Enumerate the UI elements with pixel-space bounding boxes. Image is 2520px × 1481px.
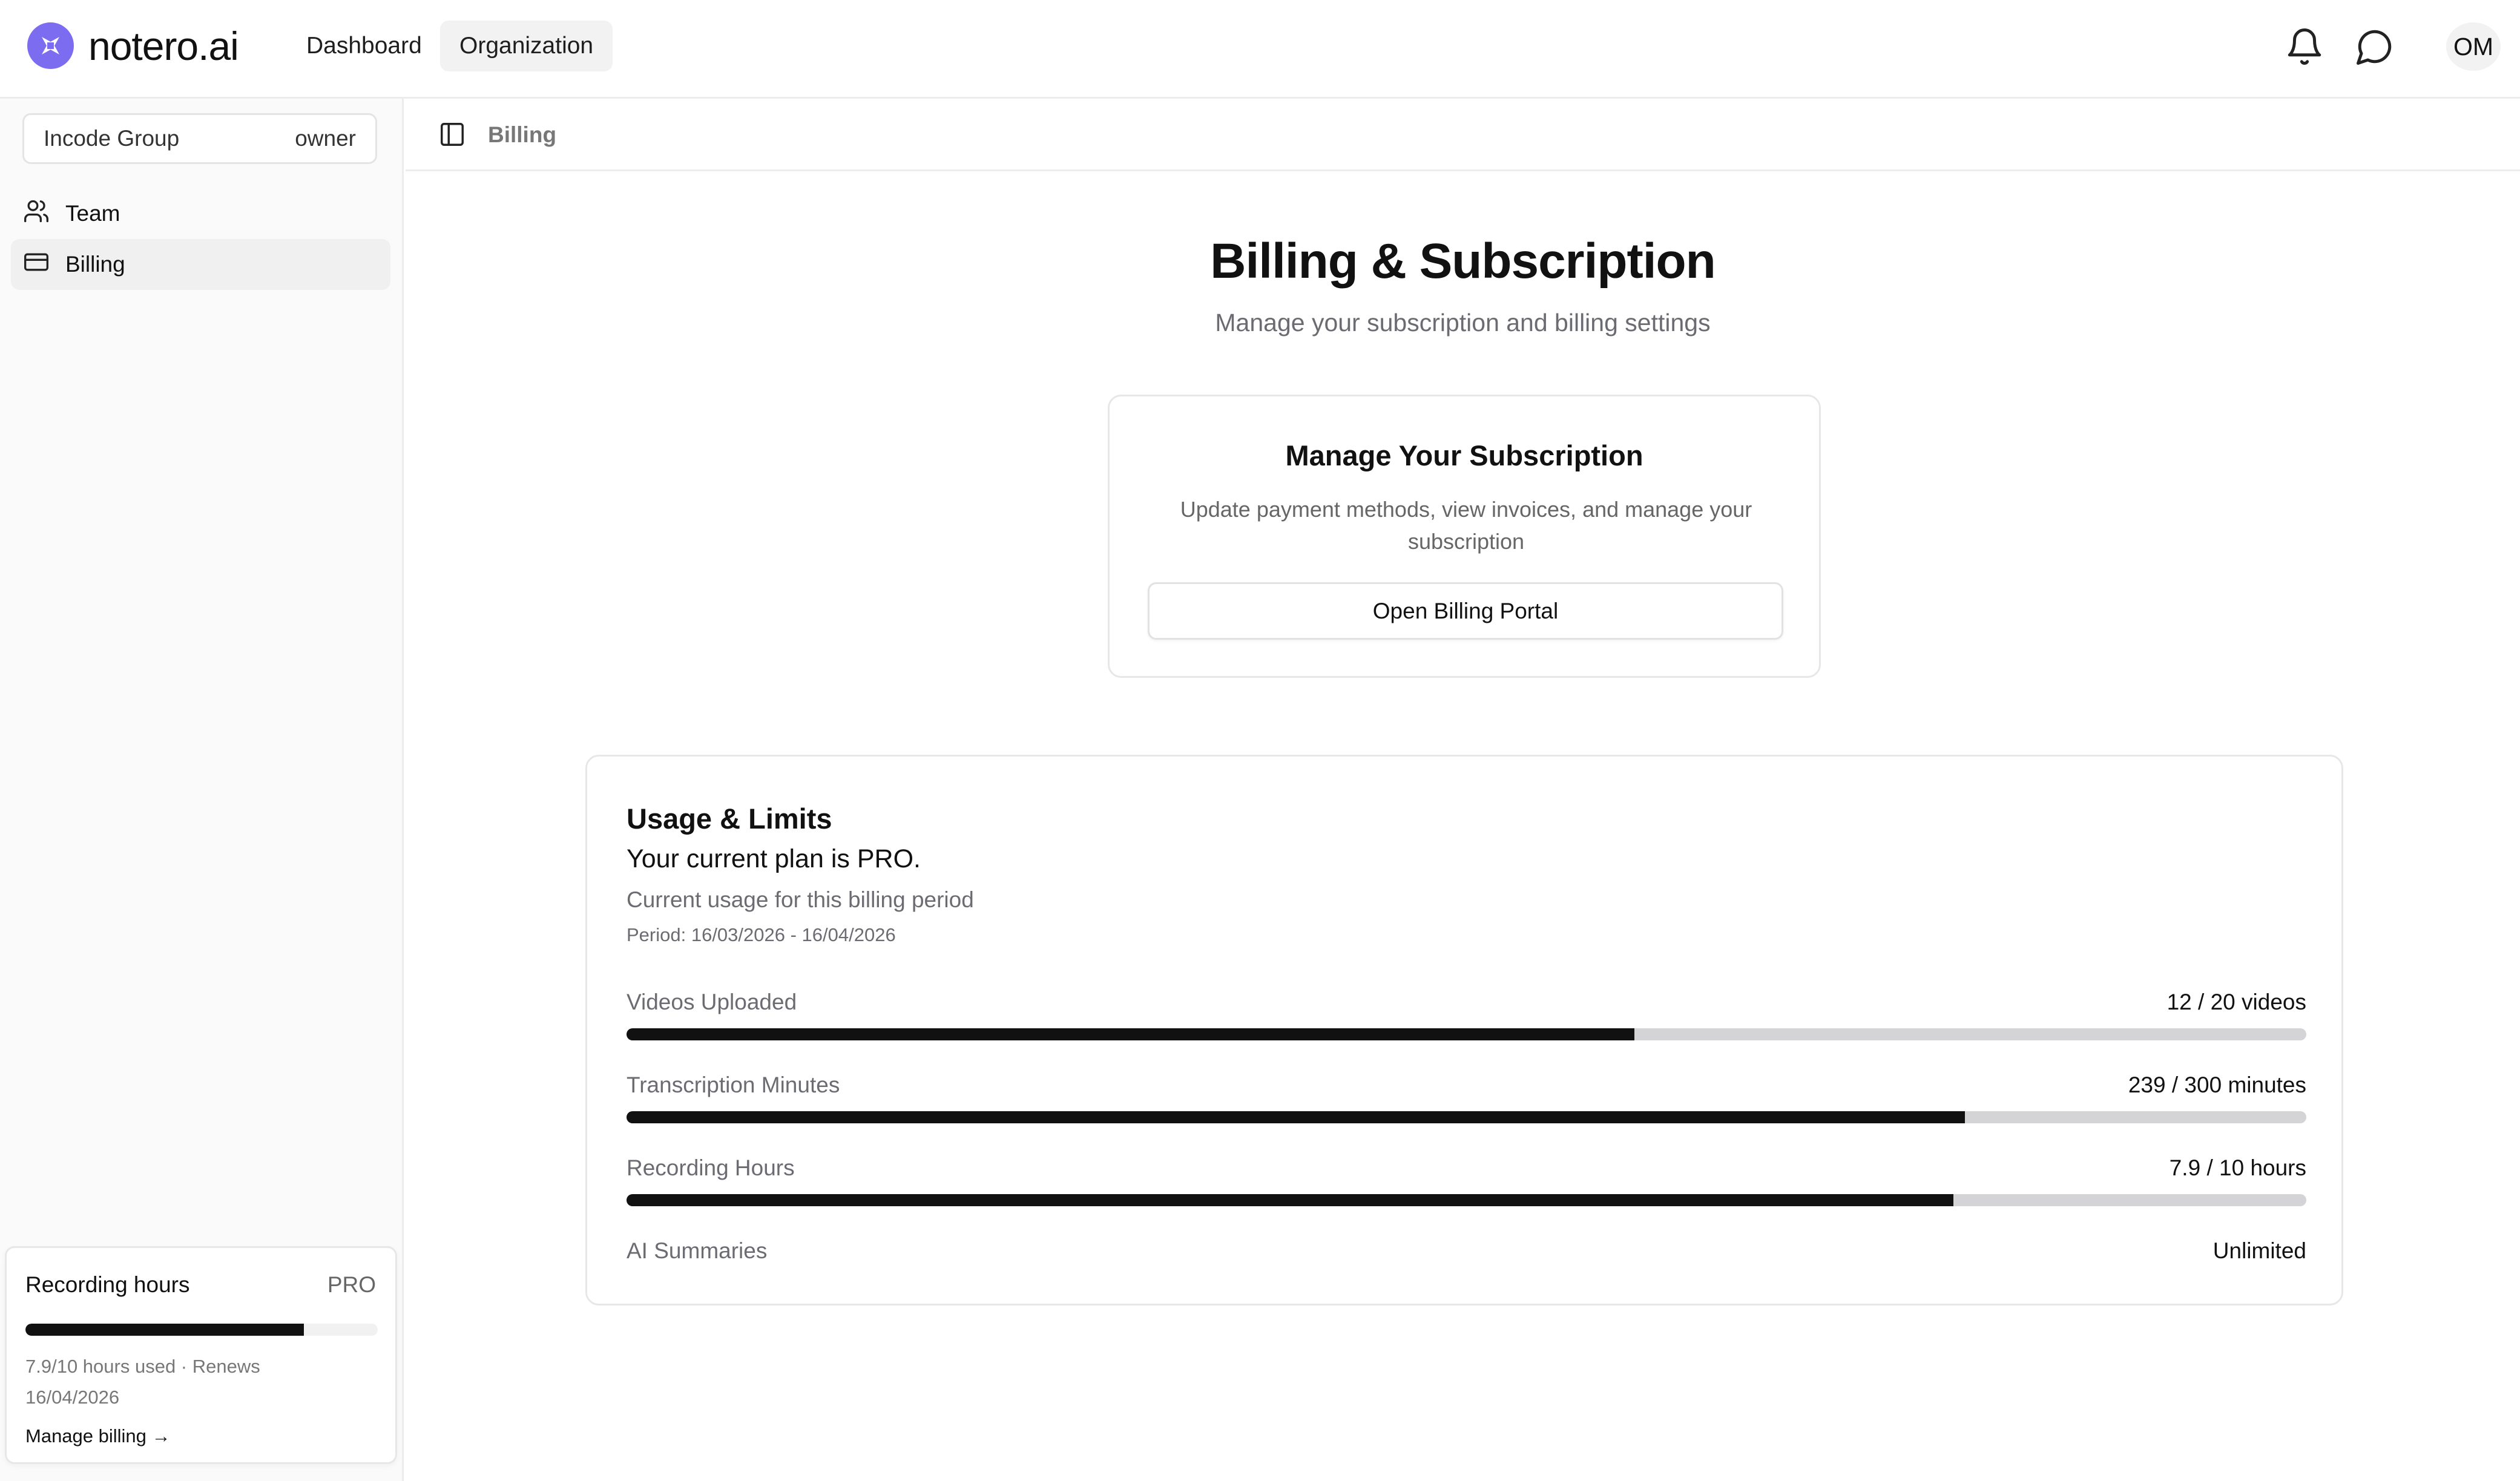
bell-icon[interactable]: [2285, 27, 2324, 67]
org-selector[interactable]: Incode Group owner: [22, 113, 377, 164]
breadcrumb: Billing: [406, 99, 2520, 171]
usage-title: Usage & Limits: [627, 803, 832, 835]
metric-value: 7.9 / 10 hours: [2169, 1155, 2306, 1180]
message-circle-icon[interactable]: [2355, 27, 2395, 67]
top-bar: notero.ai Dashboard Organization OM: [0, 0, 2520, 99]
hours-used-text: 7.9/10 hours used · Renews 16/04/2026: [25, 1356, 260, 1408]
manage-subscription-card: Manage Your Subscription Update payment …: [1108, 395, 1821, 678]
nav-organization[interactable]: Organization: [440, 21, 613, 71]
metric-label: Recording Hours: [627, 1155, 795, 1180]
metric-value: 12 / 20 videos: [2166, 990, 2306, 1014]
progress-fill: [627, 1111, 1965, 1123]
metric-progress: [627, 1194, 2306, 1206]
subscription-card-description: Update payment methods, view invoices, a…: [1180, 497, 1752, 554]
app-root: notero.ai Dashboard Organization OM Inco…: [0, 0, 2520, 1481]
metric-label: AI Summaries: [627, 1238, 768, 1263]
metric-progress: [627, 1028, 2306, 1040]
recording-hours-progress: [25, 1324, 378, 1336]
subscription-card-title: Manage Your Subscription: [1285, 439, 1643, 471]
sidebar-item-team[interactable]: Team: [11, 188, 390, 239]
sidebar-item-billing[interactable]: Billing: [11, 239, 390, 290]
period-description: Current usage for this billing period: [627, 887, 974, 912]
nav-dashboard[interactable]: Dashboard: [287, 21, 441, 71]
credit-card-icon: [23, 249, 65, 281]
user-avatar[interactable]: OM: [2446, 22, 2501, 71]
brand-name: notero.ai: [88, 23, 239, 68]
usage-card-title: Recording hours: [25, 1272, 190, 1297]
logo-icon: [27, 22, 74, 69]
sidebar-item-label: Billing: [65, 252, 125, 277]
open-billing-portal-button[interactable]: Open Billing Portal: [1148, 582, 1783, 640]
metric-progress: [627, 1111, 2306, 1123]
plan-badge: PRO: [327, 1272, 376, 1297]
brand-logo[interactable]: notero.ai: [27, 22, 239, 69]
page-subtitle: Manage your subscription and billing set…: [1215, 309, 1711, 337]
users-icon: [23, 198, 65, 230]
panel-left-icon[interactable]: [438, 120, 466, 151]
progress-fill: [627, 1194, 1954, 1206]
metric-label: Videos Uploaded: [627, 990, 797, 1014]
metric-value: 239 / 300 minutes: [2128, 1072, 2306, 1097]
org-role: owner: [295, 126, 356, 151]
org-name: Incode Group: [44, 126, 180, 151]
progress-fill: [25, 1324, 304, 1336]
recording-hours-card: Recording hours PRO 7.9/10 hours used · …: [5, 1246, 397, 1464]
breadcrumb-current: Billing: [488, 122, 557, 147]
current-plan-text: Your current plan is PRO.: [627, 844, 921, 873]
manage-billing-link[interactable]: Manage billing →: [25, 1425, 171, 1447]
billing-period: Period: 16/03/2026 - 16/04/2026: [627, 924, 896, 945]
progress-fill: [627, 1028, 1634, 1040]
sidebar-item-label: Team: [65, 201, 120, 226]
usage-limits-panel: Usage & Limits Your current plan is PRO.…: [585, 755, 2343, 1305]
sidebar: Incode Group owner Team Billing Recordin…: [0, 99, 404, 1481]
metric-value: Unlimited: [2212, 1238, 2306, 1263]
page-title: Billing & Subscription: [1210, 234, 1716, 289]
metric-label: Transcription Minutes: [627, 1072, 840, 1097]
